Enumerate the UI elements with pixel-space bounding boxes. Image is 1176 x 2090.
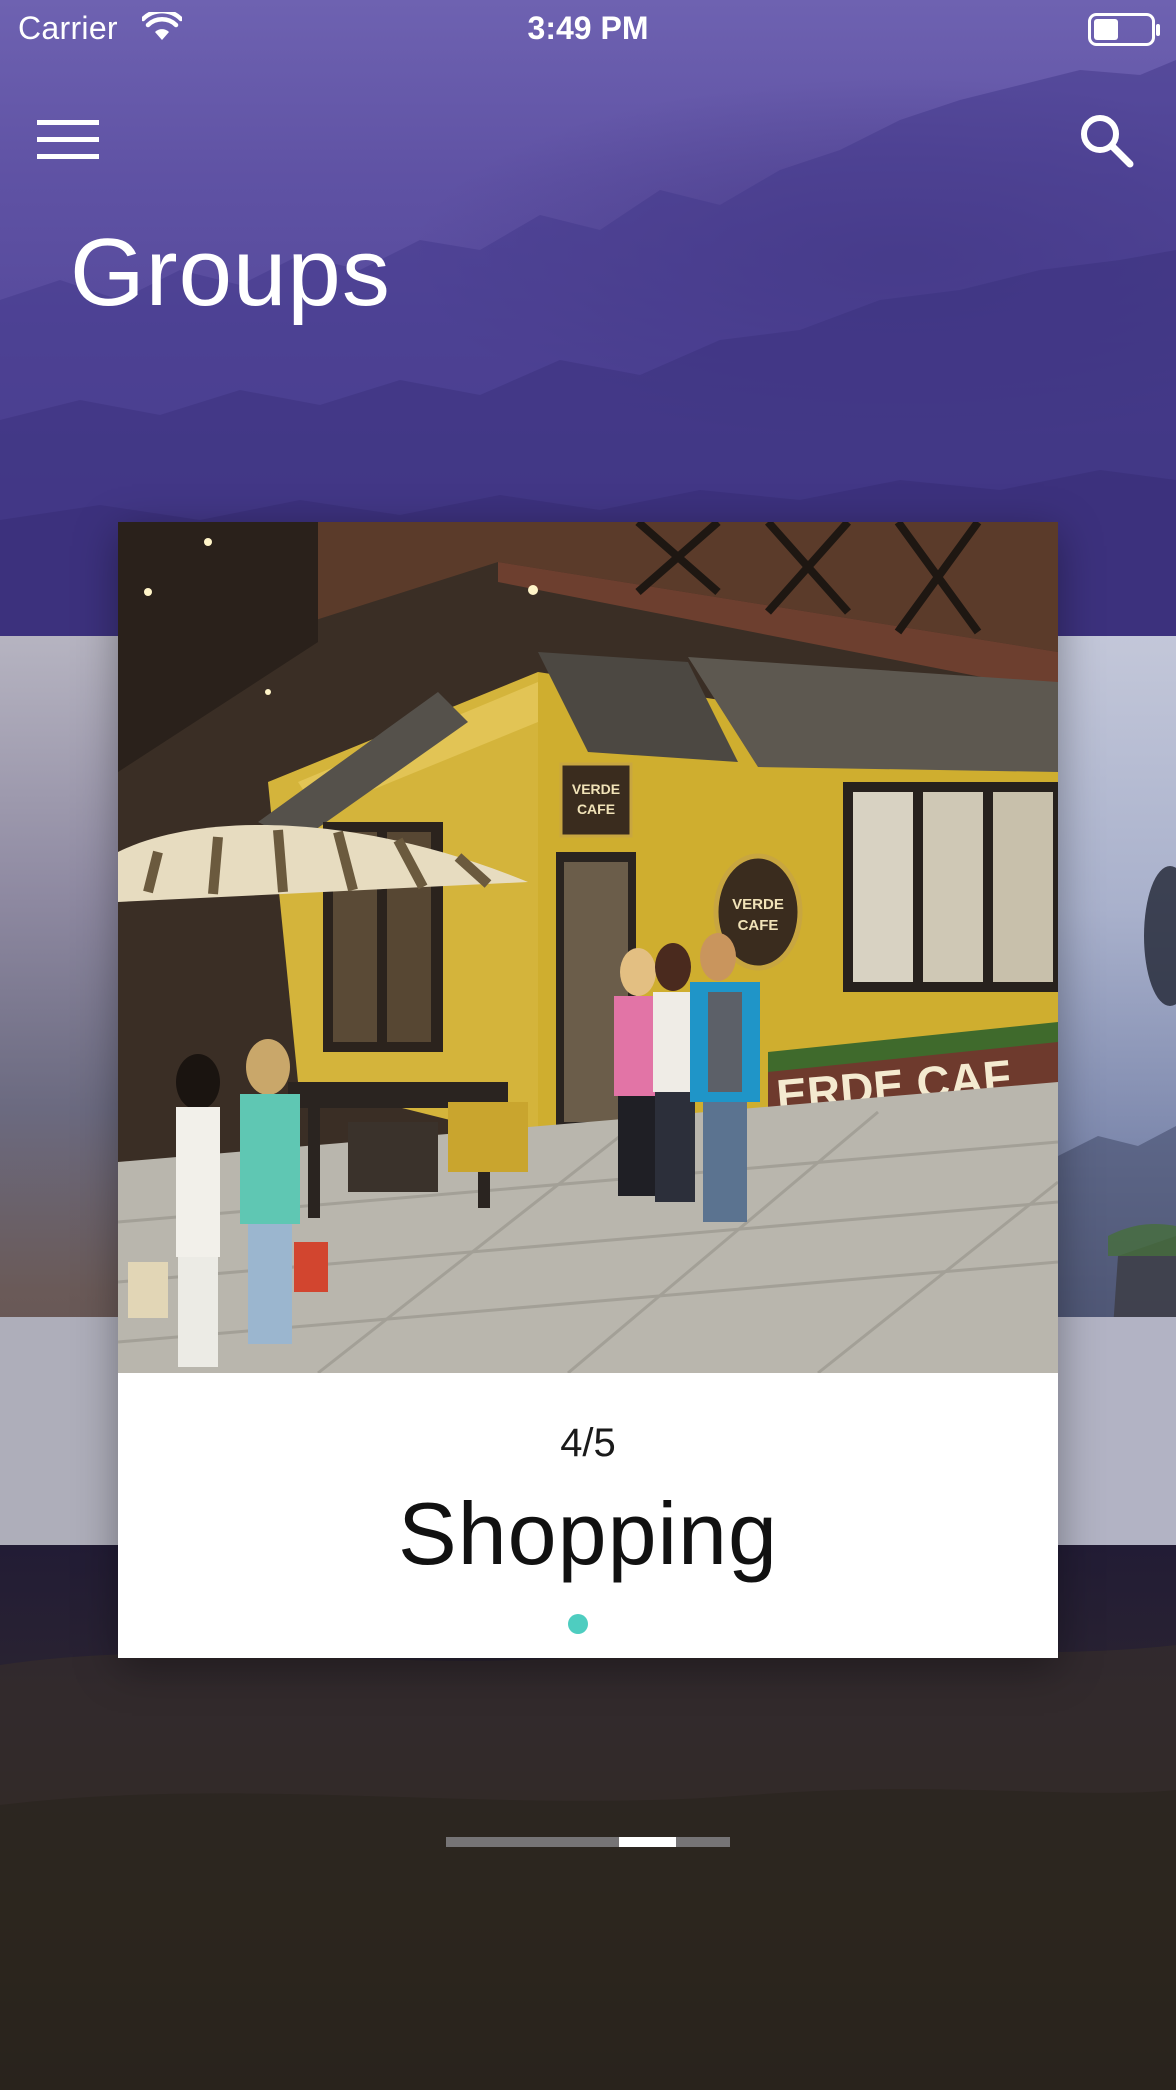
page-title: Groups bbox=[70, 219, 391, 326]
active-indicator-dot bbox=[568, 1614, 588, 1634]
group-card-meta: 4/5 Shopping bbox=[118, 1373, 1058, 1658]
svg-text:VERDE: VERDE bbox=[572, 781, 620, 797]
status-bar: Carrier 3:49 PM bbox=[0, 0, 1176, 60]
svg-text:CAFE: CAFE bbox=[577, 801, 615, 817]
screen: Carrier 3:49 PM Groups VERDE CAFE VERDE … bbox=[0, 0, 1176, 2090]
search-icon bbox=[1081, 115, 1134, 168]
hamburger-menu-icon bbox=[37, 120, 99, 159]
next-card-footer bbox=[1058, 1317, 1176, 1545]
carousel-scroll-thumb[interactable] bbox=[619, 1837, 676, 1847]
svg-text:CAFE: CAFE bbox=[738, 917, 779, 934]
search-button[interactable] bbox=[1074, 108, 1138, 172]
group-card[interactable]: VERDE CAFE VERDE CAFE ERDE CAF 4/5 Shopp… bbox=[118, 522, 1058, 1658]
page-counter: 4/5 bbox=[560, 1421, 616, 1465]
cafe-illustration: VERDE CAFE VERDE CAFE ERDE CAF bbox=[118, 522, 1058, 1373]
group-card-title: Shopping bbox=[398, 1484, 778, 1583]
group-card-image: VERDE CAFE VERDE CAFE ERDE CAF bbox=[118, 522, 1058, 1373]
svg-text:VERDE: VERDE bbox=[732, 896, 784, 913]
clock: 3:49 PM bbox=[527, 10, 649, 46]
battery-icon bbox=[1088, 13, 1162, 52]
menu-button[interactable] bbox=[30, 112, 106, 168]
previous-card-footer bbox=[0, 1317, 118, 1545]
carousel-scroll-indicator[interactable] bbox=[446, 1837, 730, 1847]
